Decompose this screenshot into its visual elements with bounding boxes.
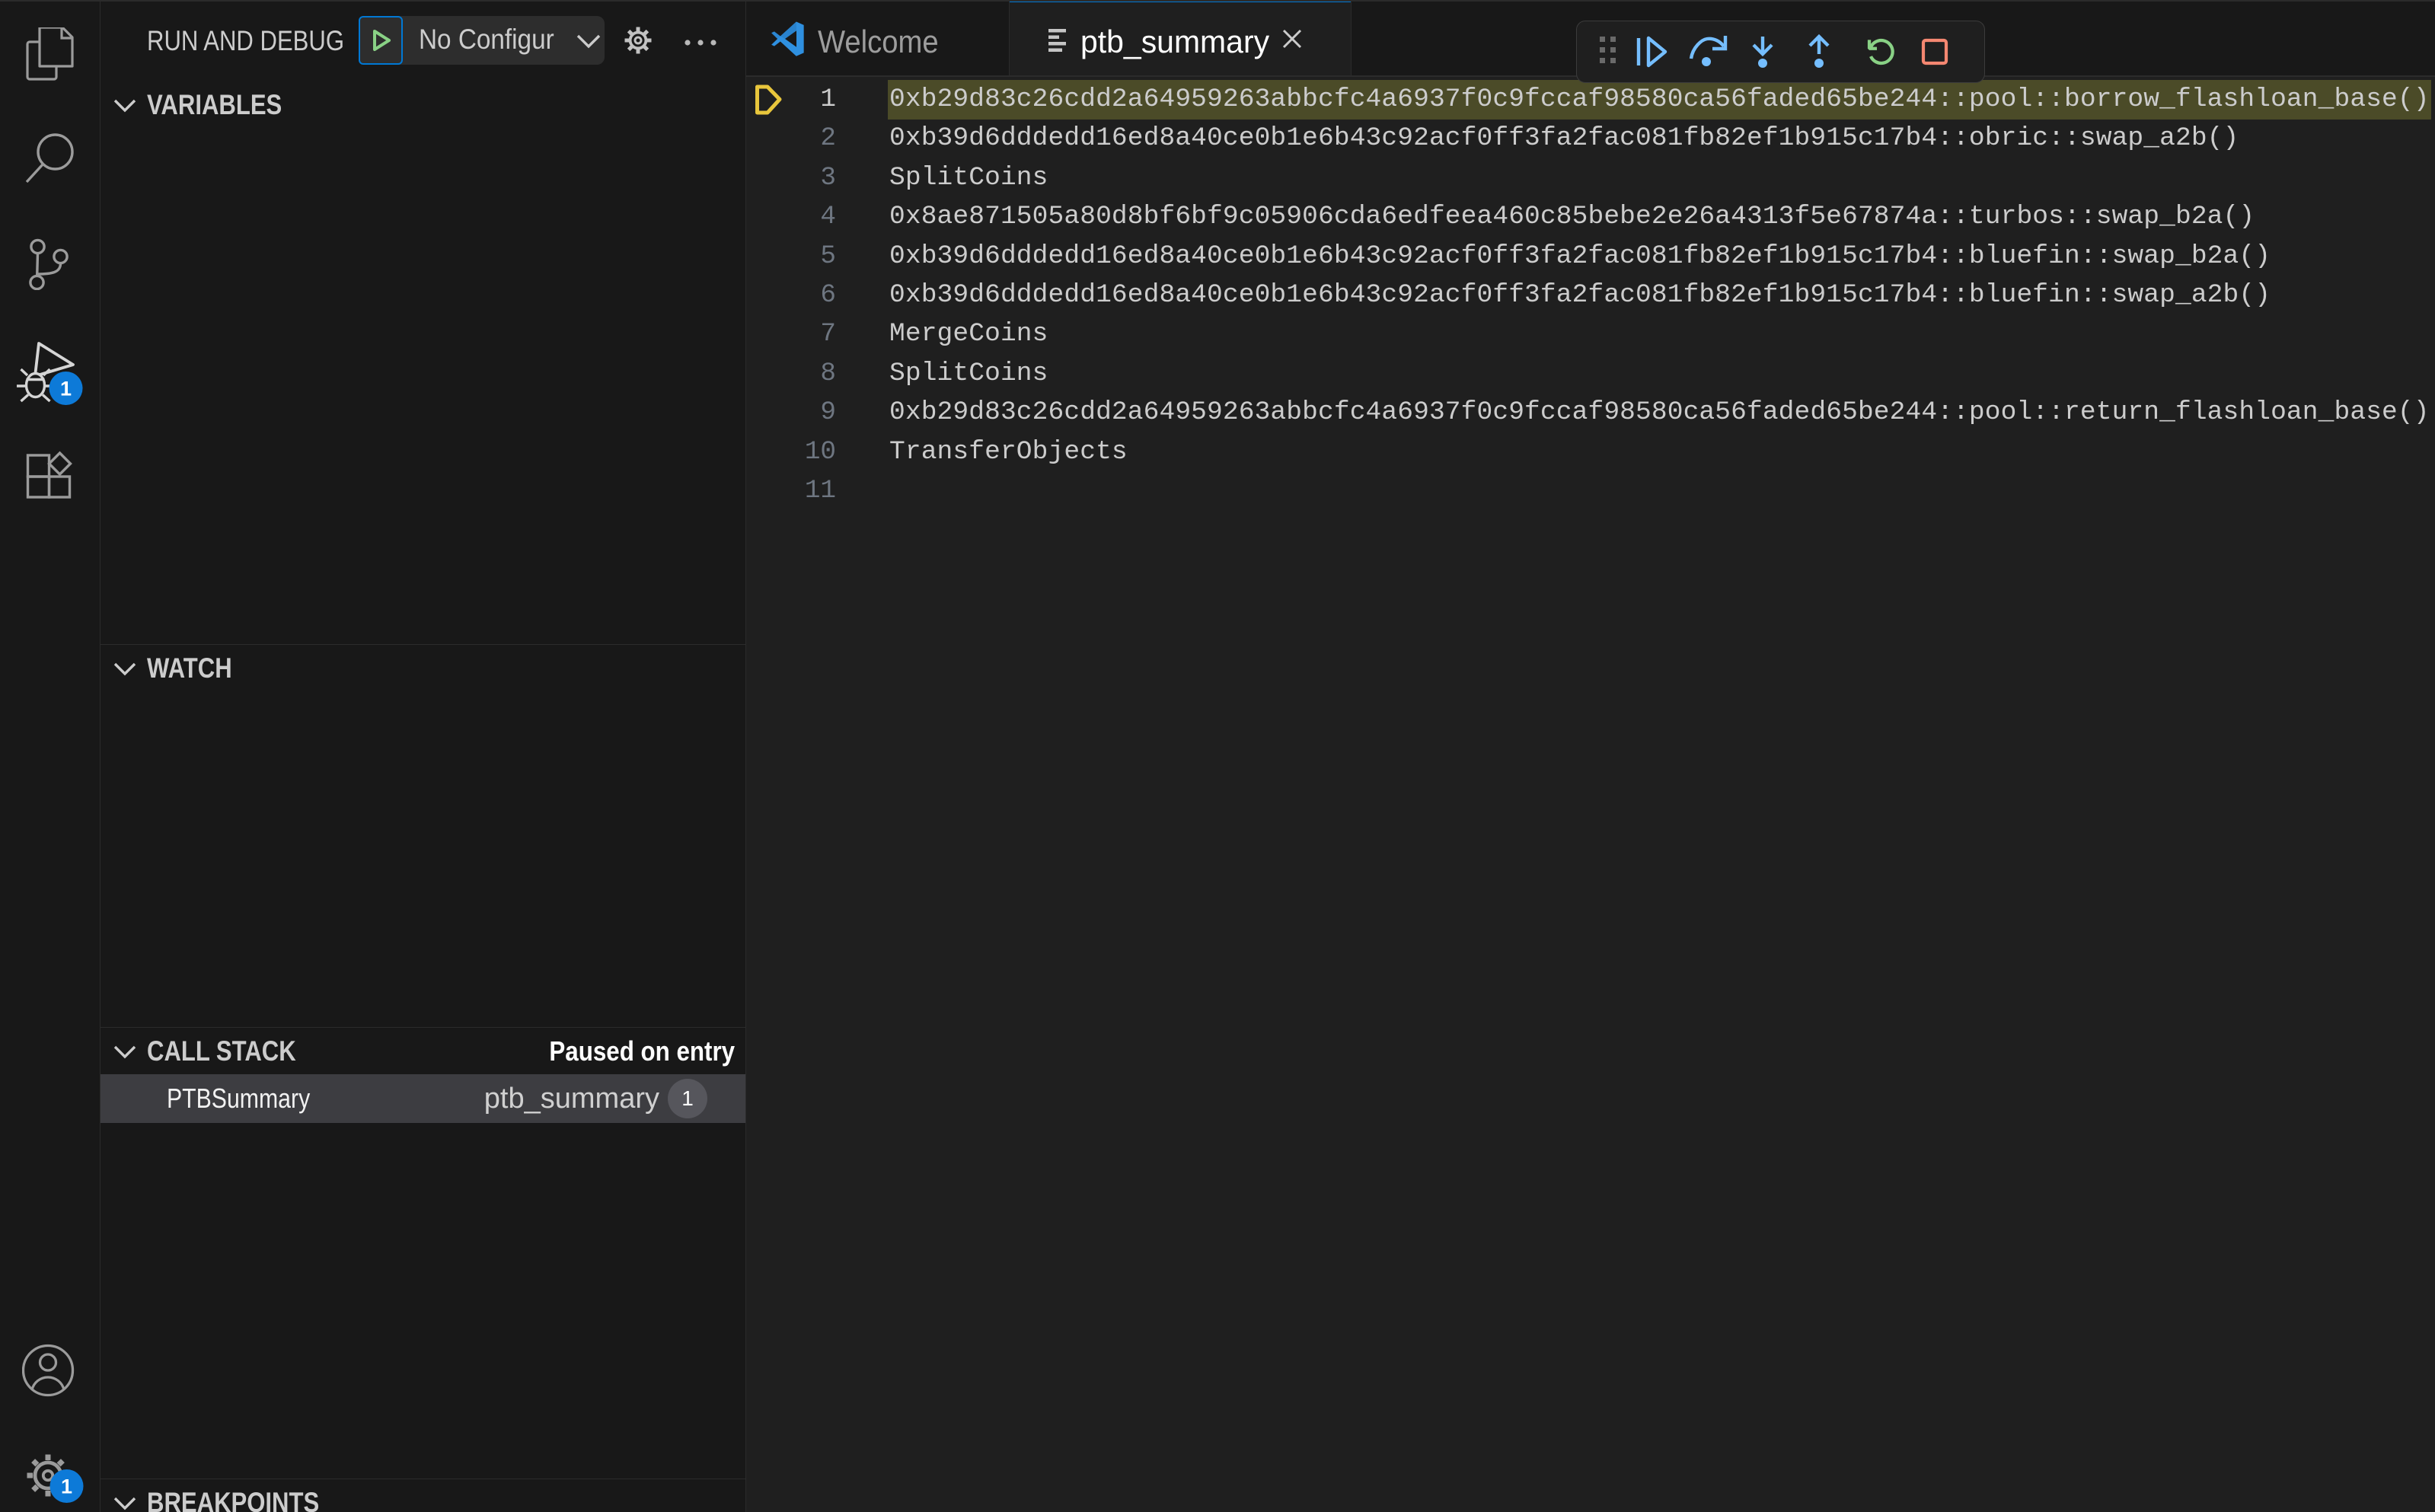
svg-text:1: 1 bbox=[59, 378, 71, 400]
svg-text:1: 1 bbox=[60, 1475, 72, 1498]
